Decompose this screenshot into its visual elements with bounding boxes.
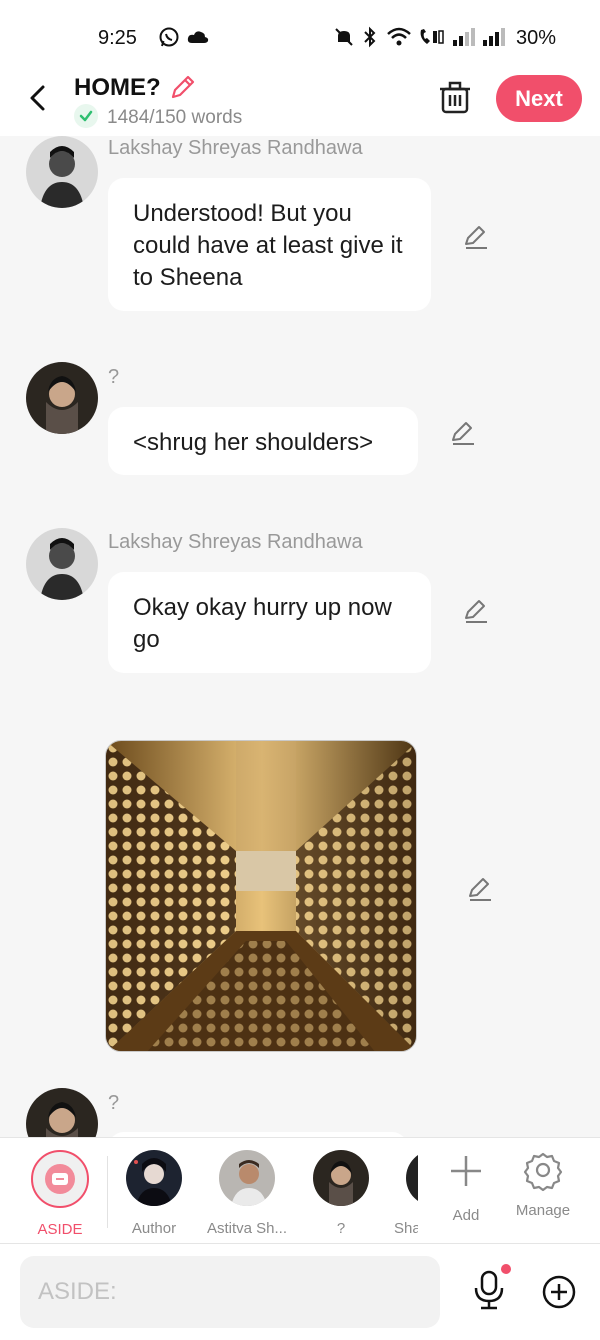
edit-message-icon[interactable] <box>462 598 490 626</box>
add-label: Add <box>452 1207 480 1224</box>
word-count: 1484/150 words <box>107 107 243 128</box>
battery-level: 30% <box>516 27 557 49</box>
aside-avatar <box>31 1150 89 1208</box>
message-feed[interactable]: Lakshay Shreyas Randhawa Understood! But… <box>0 136 600 1137</box>
trash-icon[interactable] <box>438 80 472 116</box>
character-label: Sha <box>394 1220 418 1237</box>
message-text: Understood! But you could have at least … <box>133 200 403 291</box>
message-bubble[interactable]: Okay okay hurry up now go <box>108 572 431 673</box>
edit-title-icon[interactable] <box>168 74 196 102</box>
aside-icon <box>45 1164 75 1194</box>
status-bar: 9:25 30% <box>0 0 600 72</box>
corridor-photo[interactable] <box>105 740 417 1052</box>
wifi-calling-icon <box>420 29 444 44</box>
next-button[interactable]: Next <box>496 75 582 122</box>
avatar[interactable] <box>26 362 98 434</box>
sender-name: ? <box>108 366 120 388</box>
app-header: HOME? 1484/150 words Next <box>0 72 600 136</box>
avatar <box>219 1150 275 1206</box>
manage-button[interactable]: Manage <box>508 1150 578 1219</box>
compose-bar <box>0 1244 600 1340</box>
signal-icon <box>453 28 475 46</box>
add-circle-icon[interactable] <box>541 1274 577 1310</box>
edit-message-icon[interactable] <box>462 224 490 252</box>
avatar <box>313 1150 369 1206</box>
avatar <box>406 1150 418 1206</box>
story-title: HOME? <box>74 74 161 101</box>
message-text: <shrug her shoulders> <box>133 429 374 456</box>
avatar[interactable] <box>26 528 98 600</box>
sender-name: Lakshay Shreyas Randhawa <box>108 137 363 159</box>
message-bubble[interactable]: <shrug her shoulders> <box>108 407 418 475</box>
mute-bell-icon <box>335 28 353 46</box>
character-label: ASIDE <box>37 1221 83 1238</box>
sender-name: ? <box>108 1092 120 1114</box>
aside-input[interactable] <box>20 1256 440 1328</box>
gear-icon <box>523 1152 563 1192</box>
character-aside[interactable]: ASIDE <box>26 1150 94 1238</box>
add-character-button[interactable]: Add <box>440 1150 492 1224</box>
divider <box>107 1156 108 1228</box>
character-question[interactable]: ? <box>306 1150 376 1237</box>
plus-icon <box>451 1156 481 1186</box>
character-author[interactable]: Author <box>116 1150 192 1237</box>
avatar <box>126 1150 182 1206</box>
signal-icon-2 <box>483 28 505 46</box>
check-circle-icon <box>74 104 98 128</box>
character-label: ? <box>336 1220 346 1237</box>
edit-message-icon[interactable] <box>466 876 494 904</box>
notification-dot <box>501 1264 511 1274</box>
character-label: Astitva Sh... <box>206 1220 288 1237</box>
character-label: Author <box>131 1220 177 1237</box>
sender-name: Lakshay Shreyas Randhawa <box>108 531 363 553</box>
character-astitva[interactable]: Astitva Sh... <box>204 1150 290 1237</box>
edit-message-icon[interactable] <box>449 420 477 448</box>
avatar[interactable] <box>26 1088 98 1137</box>
microphone-icon[interactable] <box>471 1268 507 1312</box>
character-sha[interactable]: Sha <box>392 1150 418 1237</box>
wifi-icon <box>387 27 411 46</box>
message-text: Okay okay hurry up now go <box>133 594 392 653</box>
cloud-icon <box>187 31 209 43</box>
avatar[interactable] <box>26 136 98 208</box>
status-time: 9:25 <box>98 27 137 49</box>
message-bubble[interactable]: Understood! But you could have at least … <box>108 178 431 311</box>
bluetooth-icon <box>364 26 376 48</box>
back-arrow-icon[interactable] <box>24 82 52 114</box>
character-bar[interactable]: ASIDE Author Astitva Sh... ? Sha Add <box>0 1137 600 1244</box>
manage-label: Manage <box>515 1202 571 1219</box>
whatsapp-icon <box>159 27 179 47</box>
